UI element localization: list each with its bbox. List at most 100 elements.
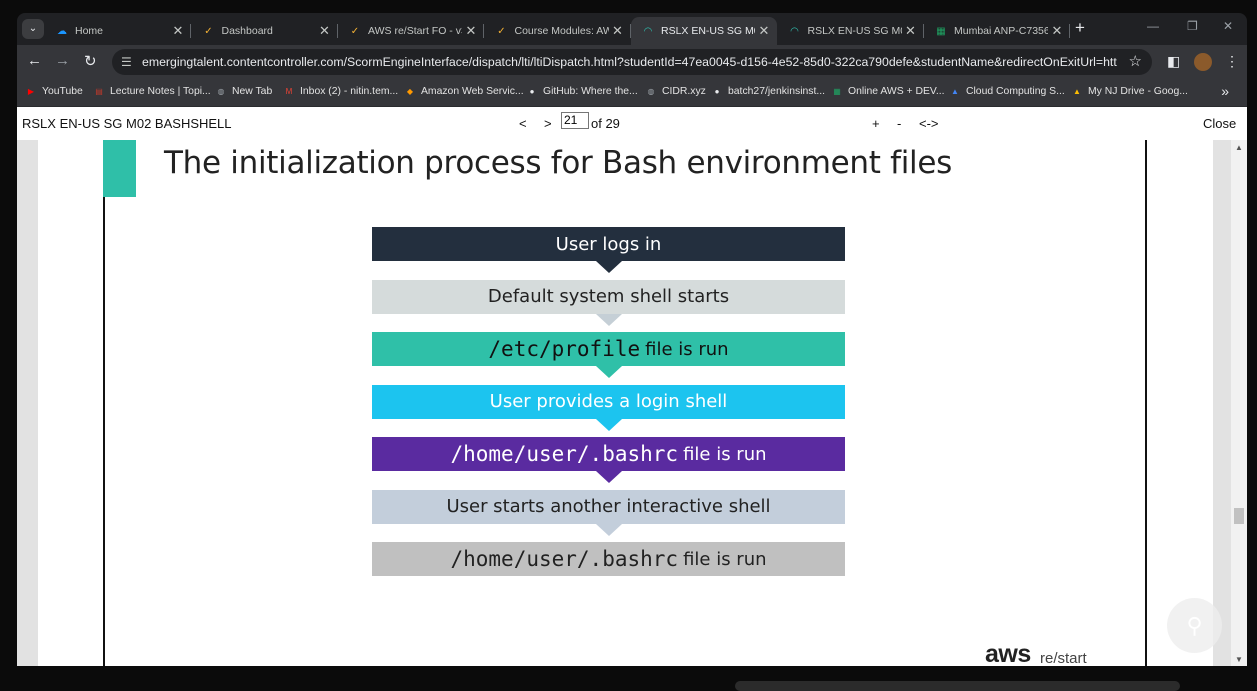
bookmark-star-icon[interactable]: ☆ [1129,49,1142,75]
canvas-checkmark-icon: ✓ [204,25,213,37]
restore-icon[interactable]: ❐ [1187,19,1198,33]
fit-width-button[interactable]: <-> [919,116,939,131]
flow-step: User starts another interactive shell [372,489,845,524]
bookmark-item[interactable]: ◍ New Tab [215,85,273,97]
step-text: file is run [645,338,729,360]
browser-tab[interactable]: ✓ Dashboard ✕ [192,17,338,45]
bookmark-item[interactable]: ▦ Online AWS + DEV... [831,85,945,97]
minimize-icon[interactable]: — [1147,19,1159,33]
bookmark-item[interactable]: M Inbox (2) - nitin.tem... [283,85,399,97]
site-info-icon[interactable]: ☰ [121,49,132,75]
vertical-scrollbar[interactable]: ▲ ▼ [1231,140,1247,666]
document-title: RSLX EN-US SG M02 BASHSHELL [22,116,232,131]
flow-arrow [595,523,622,536]
content-area: The initialization process for Bash envi… [17,140,1247,666]
tab-close-icon[interactable]: ✕ [902,23,920,39]
tab-close-icon[interactable]: ✕ [755,23,773,39]
prev-page-button[interactable]: < [519,116,527,131]
browser-tab[interactable]: ◠ RSLX EN-US SG M02✕ [631,17,777,45]
tab-strip: ⌄ ☁ Home ✕ ✓ Dashboard ✕ ✓ AWS re/Start FO - v3… [17,13,1247,45]
aws-logo: aws [985,640,1031,666]
scroll-down-icon[interactable]: ▼ [1235,655,1243,664]
flow-step: /home/user/.bashrc file is run [372,542,845,576]
tab-close-icon[interactable]: ✕ [1048,23,1066,39]
flow-step: /etc/profile file is run [372,332,845,366]
flow-arrow [595,471,622,483]
flow-step: User logs in [372,227,845,261]
address-bar[interactable]: ☰ emergingtalent.contentcontroller.com/S… [112,49,1152,75]
new-tab-button[interactable]: + [1075,18,1085,38]
google-drive-icon: ▲ [1073,86,1081,96]
globe-icon: ◍ [217,86,225,96]
tab-title: Home [75,25,104,37]
aws-cube-icon: ◆ [406,86,414,96]
browser-tab[interactable]: ✓ AWS re/Start FO - v3 ✕ [338,17,484,45]
reload-icon[interactable]: ↻ [84,52,97,70]
salesforce-cloud-icon: ☁ [57,25,67,37]
magnifier-icon: ⚲ [1186,613,1203,638]
bookmarks-overflow-icon[interactable]: » [1221,83,1229,99]
bookmark-label: Lecture Notes | Topi... [110,85,211,97]
tab-search-button[interactable]: ⌄ [22,19,44,39]
tab-close-icon[interactable]: ✕ [316,23,334,39]
tab-close-icon[interactable]: ✕ [609,23,627,39]
back-icon[interactable]: ← [27,52,42,69]
menu-kebab-icon[interactable]: ⋮ [1225,53,1239,70]
page-number-input[interactable] [561,112,589,129]
close-button[interactable]: Close [1203,116,1236,131]
flow-arrow [595,261,622,273]
close-window-icon[interactable]: ✕ [1223,19,1233,33]
flow-arrow [595,418,622,431]
browser-tab[interactable]: ◠ RSLX EN-US SG M02✕ [778,17,924,45]
bookmark-label: My NJ Drive - Goog... [1088,85,1188,97]
restart-tagline: re/start [1040,650,1087,666]
browser-tab[interactable]: ✓ Course Modules: AW ✕ [485,17,631,45]
flow-arrow [595,313,622,326]
step-text: file is run [683,548,767,570]
side-panel-icon[interactable]: ◧ [1167,53,1180,70]
zoom-out-button[interactable]: - [897,116,901,131]
scroll-thumb[interactable] [1234,508,1244,524]
slide-border-right [1145,140,1147,666]
youtube-icon: ▶ [27,86,35,96]
bookmark-item[interactable]: ▤ Lecture Notes | Topi... [93,85,211,97]
canvas-checkmark-icon: ✓ [497,25,506,37]
bookmark-label: Amazon Web Servic... [421,85,524,97]
bookmark-label: YouTube [42,85,83,97]
bookmark-item[interactable]: ● GitHub: Where the... [526,85,638,97]
bookmark-item[interactable]: ▶ YouTube [25,85,83,97]
bookmark-label: GitHub: Where the... [543,85,638,97]
zoom-magnifier-button[interactable]: ⚲ [1167,598,1222,653]
step-text: User logs in [555,233,662,255]
tab-title: RSLX EN-US SG M02 [807,25,902,37]
browser-tab[interactable]: ☁ Home ✕ [45,17,191,45]
bookmark-item[interactable]: ◆ Amazon Web Servic... [404,85,524,97]
bookmark-item[interactable]: ▲ My NJ Drive - Goog... [1071,85,1188,97]
tab-close-icon[interactable]: ✕ [462,23,480,39]
url-text[interactable]: emergingtalent.contentcontroller.com/Sco… [142,49,1117,75]
tab-title: AWS re/Start FO - v3 [368,25,462,37]
step-text: file is run [683,443,767,465]
bookmark-label: batch27/jenkinsinst... [728,85,826,97]
bookmark-item[interactable]: ▲ Cloud Computing S... [949,85,1065,97]
github-icon: ● [529,86,535,96]
bookmark-item[interactable]: ◍ CIDR.xyz [645,85,706,97]
bookmark-label: Online AWS + DEV... [848,85,945,97]
slide: The initialization process for Bash envi… [38,140,1213,666]
scroll-up-icon[interactable]: ▲ [1235,143,1243,152]
tab-close-icon[interactable]: ✕ [169,23,187,39]
step-text: Default system shell starts [487,286,730,307]
flow-step: User provides a login shell [372,384,845,419]
profile-avatar[interactable] [1194,53,1212,71]
bookmark-item[interactable]: ● batch27/jenkinsinst... [711,85,825,97]
browser-tab[interactable]: ▦ Mumbai ANP-C7356 ✕ [924,17,1070,45]
github-icon: ● [714,86,720,96]
bookmark-label: New Tab [232,85,273,97]
browser-toolbar: ← → ↻ ☰ emergingtalent.contentcontroller… [17,45,1247,79]
next-page-button[interactable]: > [544,116,552,131]
forward-icon[interactable]: → [55,52,70,69]
sheets-icon: ▦ [833,86,841,96]
page-total: of 29 [591,116,620,131]
flow-arrow [595,366,622,378]
zoom-in-button[interactable]: + [872,116,880,131]
